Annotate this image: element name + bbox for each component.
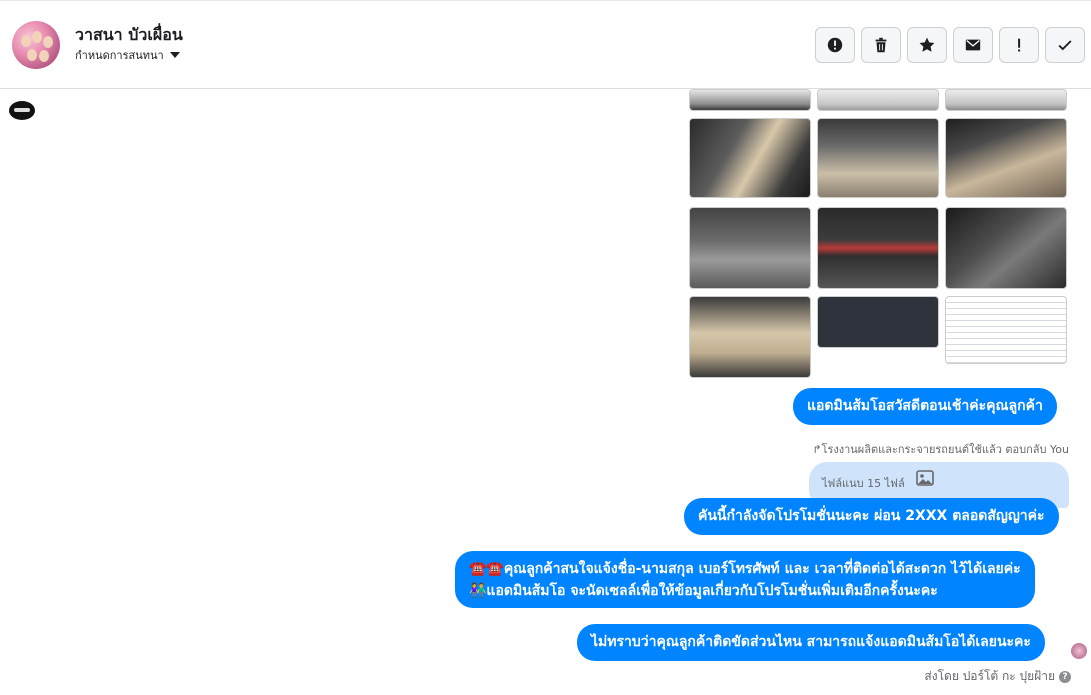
- car-photo-engine-front[interactable]: [689, 207, 811, 289]
- conversation-header: วาสนา บัวเผื่อน กำหนดการสนทนา: [0, 0, 1091, 89]
- exclamation-icon: [1018, 38, 1021, 52]
- star-button[interactable]: [907, 27, 947, 63]
- car-photo-engine-bay[interactable]: [945, 207, 1067, 289]
- car-photo-console[interactable]: [817, 207, 939, 289]
- seen-avatar: [1071, 643, 1087, 659]
- conversation-menu-label: กำหนดการสนทนา: [75, 49, 164, 62]
- question-icon[interactable]: ?: [1059, 670, 1071, 683]
- car-photo-exterior-2[interactable]: [817, 89, 939, 111]
- alert-circle-icon: [827, 37, 843, 53]
- image-icon: [916, 470, 934, 486]
- done-button[interactable]: [1045, 27, 1085, 63]
- conversation-toolbar: [815, 27, 1085, 63]
- envelope-icon: [965, 39, 981, 51]
- message-bubble[interactable]: ☎️☎️คุณลูกค้าสนใจแจ้งชื่อ-นามสกุล เบอร์โ…: [455, 551, 1035, 608]
- car-photo-rear-seat[interactable]: [689, 296, 811, 378]
- message-text: ไม่ทราบว่าคุณลูกค้าติดขัดส่วนไหน สามารถแ…: [591, 634, 1031, 650]
- important-button[interactable]: [999, 27, 1039, 63]
- message-bubble[interactable]: คันนี้กำลังจัดโปรโมชั่นนะคะ ผ่อน 2XXX ตล…: [684, 498, 1059, 535]
- delete-button[interactable]: [861, 27, 901, 63]
- message-bubble[interactable]: แอดมินส้มโอสวัสดีตอนเช้าค่ะคุณลูกค้า: [793, 388, 1057, 425]
- car-photo-exterior-1[interactable]: [689, 89, 811, 111]
- caret-down-icon: [169, 52, 180, 58]
- trash-icon: [875, 37, 887, 53]
- message-text: คันนี้กำลังจัดโปรโมชั่นนะคะ ผ่อน 2XXX ตล…: [698, 508, 1045, 524]
- car-photo-door[interactable]: [689, 118, 811, 198]
- alert-circle-button[interactable]: [815, 27, 855, 63]
- car-photo-exterior-3[interactable]: [945, 89, 1067, 111]
- message-text-line-2: 👫แอดมินส้มโอ จะนัดเซลล์เพื่อให้ข้อมูลเกี…: [469, 583, 938, 599]
- star-icon: [919, 37, 935, 52]
- car-photo-dashboard[interactable]: [817, 118, 939, 198]
- sent-by-text: ส่งโดย ปอร์โต้ กะ ปุยฝ้าย: [924, 669, 1055, 683]
- message-bubble[interactable]: ไม่ทราบว่าคุณลูกค้าติดขัดส่วนไหน สามารถแ…: [577, 624, 1045, 661]
- mail-button[interactable]: [953, 27, 993, 63]
- screenshot-dark-info[interactable]: [817, 296, 939, 348]
- message-text-line-1: ☎️☎️คุณลูกค้าสนใจแจ้งชื่อ-นามสกุล เบอร์โ…: [469, 561, 1021, 577]
- car-photo-seats[interactable]: [945, 118, 1067, 198]
- page-logo: [9, 101, 35, 120]
- contact-name[interactable]: วาสนา บัวเผื่อน: [75, 23, 183, 48]
- reply-indicator: ↱โรงงานผลิตและกระจายรถยนต์ใช้แล้ว ตอบกลั…: [812, 443, 1069, 456]
- sent-by-info: ส่งโดย ปอร์โต้ กะ ปุยฝ้าย ?: [924, 667, 1071, 686]
- message-text: แอดมินส้มโอสวัสดีตอนเช้าค่ะคุณลูกค้า: [807, 398, 1043, 414]
- checkmark-icon: [1058, 40, 1072, 51]
- screenshot-post[interactable]: [945, 296, 1067, 364]
- attachment-count: ไฟล์แนบ 15 ไฟล์: [822, 477, 905, 490]
- conversation-menu[interactable]: กำหนดการสนทนา: [75, 46, 180, 64]
- contact-avatar[interactable]: [12, 21, 60, 69]
